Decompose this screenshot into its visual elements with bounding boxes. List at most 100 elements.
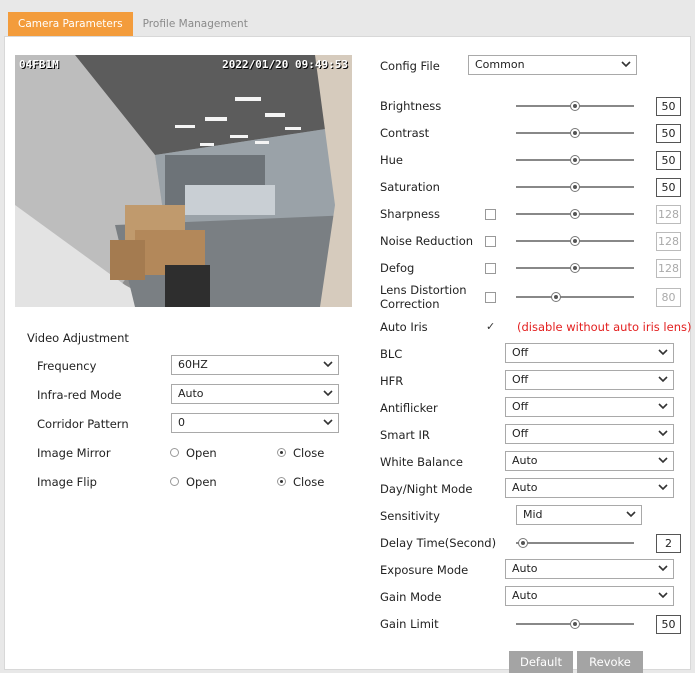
chevron-down-icon: [323, 361, 333, 368]
tab-camera-parameters[interactable]: Camera Parameters: [8, 12, 133, 36]
slider-thumb[interactable]: [570, 209, 580, 219]
gain-limit-label: Gain Limit: [380, 617, 439, 631]
blc-label: BLC: [380, 347, 403, 361]
auto-iris-label: Auto Iris: [380, 320, 428, 334]
chevron-down-icon: [658, 592, 668, 599]
white-balance-select[interactable]: Auto: [505, 451, 674, 471]
infrared-mode-select[interactable]: Auto: [171, 384, 339, 404]
image-flip-close-label: Close: [293, 475, 325, 489]
chevron-down-icon: [658, 403, 668, 410]
delay-time-slider[interactable]: [516, 538, 634, 548]
defog-checkbox[interactable]: [485, 263, 496, 274]
blc-select[interactable]: Off: [505, 343, 674, 363]
auto-iris-note: (disable without auto iris lens): [517, 320, 692, 334]
config-file-label: Config File: [380, 59, 440, 73]
image-flip-open-radio[interactable]: [170, 477, 179, 486]
corridor-pattern-value: 0: [178, 416, 185, 429]
hue-value[interactable]: 50: [656, 151, 681, 170]
timestamp-overlay: 2022/01/20 09:49:53: [222, 58, 348, 71]
hue-slider[interactable]: [516, 155, 634, 165]
slider-thumb[interactable]: [570, 182, 580, 192]
slider-thumb[interactable]: [518, 538, 528, 548]
slider-thumb[interactable]: [570, 155, 580, 165]
noise-reduction-slider[interactable]: [516, 236, 634, 246]
frequency-select[interactable]: 60HZ: [171, 355, 339, 375]
brightness-value[interactable]: 50: [656, 97, 681, 116]
sharpness-value: 128: [656, 205, 681, 224]
brightness-slider[interactable]: [516, 101, 634, 111]
noise-reduction-label: Noise Reduction: [380, 234, 474, 248]
config-file-select[interactable]: Common: [468, 55, 637, 75]
defog-slider[interactable]: [516, 263, 634, 273]
hfr-select[interactable]: Off: [505, 370, 674, 390]
contrast-label: Contrast: [380, 126, 430, 140]
hue-label: Hue: [380, 153, 404, 167]
sensitivity-label: Sensitivity: [380, 509, 440, 523]
lens-distortion-checkbox[interactable]: [485, 292, 496, 303]
sensitivity-value: Mid: [523, 508, 543, 521]
gain-mode-select[interactable]: Auto: [505, 586, 674, 606]
sharpness-slider[interactable]: [516, 209, 634, 219]
office-scene-image: [15, 55, 352, 307]
chevron-down-icon: [658, 565, 668, 572]
defog-value: 128: [656, 259, 681, 278]
image-mirror-close-label: Close: [293, 446, 325, 460]
slider-thumb[interactable]: [570, 263, 580, 273]
white-balance-value: Auto: [512, 454, 538, 467]
saturation-label: Saturation: [380, 180, 440, 194]
default-button[interactable]: Default: [509, 651, 573, 673]
chevron-down-icon: [626, 511, 636, 518]
smart-ir-select[interactable]: Off: [505, 424, 674, 444]
antiflicker-select[interactable]: Off: [505, 397, 674, 417]
image-mirror-open-radio[interactable]: [170, 448, 179, 457]
exposure-mode-select[interactable]: Auto: [505, 559, 674, 579]
slider-thumb[interactable]: [570, 101, 580, 111]
settings-panel: 04FB1M 2022/01/20 09:49:53 Video Adjustm…: [4, 36, 692, 673]
auto-iris-checkbox[interactable]: [485, 320, 496, 333]
saturation-value[interactable]: 50: [656, 178, 681, 197]
image-flip-close-radio[interactable]: [277, 477, 286, 486]
slider-thumb[interactable]: [570, 236, 580, 246]
infrared-mode-label: Infra-red Mode: [37, 388, 122, 402]
antiflicker-value: Off: [512, 400, 529, 413]
image-mirror-label: Image Mirror: [37, 446, 111, 460]
defog-label: Defog: [380, 261, 415, 275]
image-flip-label: Image Flip: [37, 475, 97, 489]
chevron-down-icon: [323, 419, 333, 426]
corridor-pattern-select[interactable]: 0: [171, 413, 339, 433]
tab-profile-management[interactable]: Profile Management: [133, 12, 258, 36]
day-night-mode-value: Auto: [512, 481, 538, 494]
saturation-slider[interactable]: [516, 182, 634, 192]
smart-ir-value: Off: [512, 427, 529, 440]
gain-limit-value[interactable]: 50: [656, 615, 681, 634]
chevron-down-icon: [658, 457, 668, 464]
sharpness-label: Sharpness: [380, 207, 441, 221]
chevron-down-icon: [323, 390, 333, 397]
slider-thumb[interactable]: [551, 292, 561, 302]
slider-thumb[interactable]: [570, 619, 580, 629]
brightness-label: Brightness: [380, 99, 442, 113]
sensitivity-select[interactable]: Mid: [516, 505, 642, 525]
chevron-down-icon: [658, 349, 668, 356]
infrared-mode-value: Auto: [178, 387, 204, 400]
antiflicker-label: Antiflicker: [380, 401, 438, 415]
sharpness-checkbox[interactable]: [485, 209, 496, 220]
image-mirror-close-radio[interactable]: [277, 448, 286, 457]
revoke-button[interactable]: Revoke: [577, 651, 643, 673]
chevron-down-icon: [621, 61, 631, 68]
contrast-value[interactable]: 50: [656, 124, 681, 143]
noise-reduction-checkbox[interactable]: [485, 236, 496, 247]
hfr-label: HFR: [380, 374, 404, 388]
gain-limit-slider[interactable]: [516, 619, 634, 629]
contrast-slider[interactable]: [516, 128, 634, 138]
slider-thumb[interactable]: [570, 128, 580, 138]
day-night-mode-label: Day/Night Mode: [380, 482, 473, 496]
corridor-pattern-label: Corridor Pattern: [37, 417, 129, 431]
image-flip-open-label: Open: [186, 475, 217, 489]
delay-time-value[interactable]: 2: [656, 534, 681, 553]
day-night-mode-select[interactable]: Auto: [505, 478, 674, 498]
hfr-value: Off: [512, 373, 529, 386]
chevron-down-icon: [658, 376, 668, 383]
exposure-mode-value: Auto: [512, 562, 538, 575]
lens-distortion-slider[interactable]: [516, 292, 634, 302]
